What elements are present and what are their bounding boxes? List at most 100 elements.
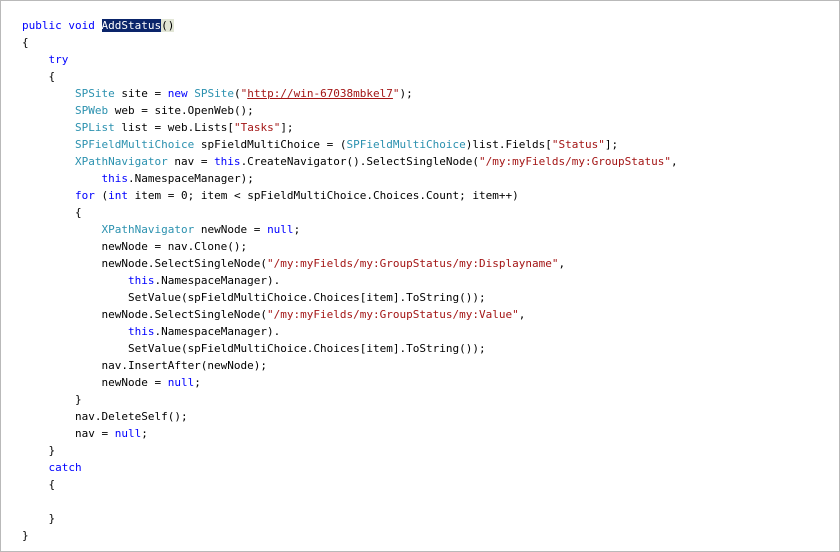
code-line: SetValue(spFieldMultiChoice.Choices[item… — [22, 289, 678, 306]
code-line: this.NamespaceManager). — [22, 272, 678, 289]
code-text: ( — [94, 189, 109, 202]
keyword-token: this — [127, 325, 155, 338]
string-token: "Status" — [551, 138, 605, 151]
code-line: SPFieldMultiChoice spFieldMultiChoice = … — [22, 136, 678, 153]
url-link[interactable]: http://win-67038mbkel7 — [247, 87, 393, 100]
code-line: } — [22, 391, 678, 408]
code-text: nav = — [22, 427, 115, 440]
code-screenshot-frame: public void AddStatus() { try { SPSite si… — [0, 0, 840, 552]
code-line: { — [22, 204, 678, 221]
keyword-token: try — [48, 53, 69, 66]
code-text: { — [22, 70, 56, 83]
code-text: nav.InsertAfter(newNode); — [22, 359, 268, 372]
code-text: { — [22, 206, 82, 219]
code-line: newNode.SelectSingleNode("/my:myFields/m… — [22, 306, 678, 323]
string-token: "Tasks" — [233, 121, 281, 134]
code-text: , — [558, 257, 566, 270]
code-line: this.NamespaceManager); — [22, 170, 678, 187]
keyword-token: this — [127, 274, 155, 287]
type-token: XPathNavigator — [101, 223, 195, 236]
keyword-token: void — [68, 19, 95, 32]
code-text: ; — [293, 223, 301, 236]
matched-parens: () — [161, 19, 175, 32]
keyword-token: this — [214, 155, 241, 168]
code-text: item = 0; item < spFieldMultiChoice.Choi… — [127, 189, 519, 202]
code-line: this.NamespaceManager). — [22, 323, 678, 340]
string-token: "/my:myFields/my:GroupStatus/my:Value" — [267, 308, 519, 321]
type-token: XPathNavigator — [74, 155, 168, 168]
code-line: } — [22, 442, 678, 459]
code-line: nav = null; — [22, 425, 678, 442]
keyword-token: null — [267, 223, 294, 236]
code-line: SPSite site = new SPSite("http://win-670… — [22, 85, 678, 102]
code-line: } — [22, 527, 678, 544]
code-text: web = site.OpenWeb(); — [108, 104, 254, 117]
string-token: "/my:myFields/my:GroupStatus" — [478, 155, 672, 168]
type-token: SPList — [74, 121, 115, 134]
code-text: , — [671, 155, 678, 168]
code-line: XPathNavigator nav = this.CreateNavigato… — [22, 153, 678, 170]
code-text: } — [22, 512, 56, 525]
code-text: newNode = — [22, 376, 168, 389]
code-text: SetValue(spFieldMultiChoice.Choices[item… — [22, 291, 486, 304]
keyword-token: new — [167, 87, 188, 100]
keyword-token: catch — [48, 461, 82, 474]
code-text: .NamespaceManager). — [154, 274, 281, 287]
code-line: { — [22, 68, 678, 85]
type-token: SPFieldMultiChoice — [74, 138, 195, 151]
code-line: nav.InsertAfter(newNode); — [22, 357, 678, 374]
code-text: ]; — [604, 138, 619, 151]
code-text: newNode.SelectSingleNode( — [22, 257, 268, 270]
code-line: { — [22, 34, 678, 51]
code-text: spFieldMultiChoice = ( — [194, 138, 347, 151]
code-line: newNode = null; — [22, 374, 678, 391]
code-text: .NamespaceManager); — [127, 172, 254, 185]
code-text: { — [22, 36, 29, 49]
code-text: .CreateNavigator().SelectSingleNode( — [240, 155, 479, 168]
keyword-token: null — [167, 376, 195, 389]
code-block[interactable]: public void AddStatus() { try { SPSite si… — [22, 17, 678, 544]
code-text: , — [518, 308, 526, 321]
keyword-token: for — [74, 189, 95, 202]
code-text: } — [22, 393, 82, 406]
keyword-token: int — [108, 189, 128, 202]
type-token: SPSite — [194, 87, 234, 100]
code-line: newNode = nav.Clone(); — [22, 238, 678, 255]
code-text: site = — [114, 87, 168, 100]
type-token: SPSite — [74, 87, 115, 100]
code-text: } — [22, 444, 56, 457]
code-text: } — [22, 529, 29, 542]
keyword-token: null — [114, 427, 142, 440]
code-line: XPathNavigator newNode = null; — [22, 221, 678, 238]
code-text: SetValue(spFieldMultiChoice.Choices[item… — [22, 342, 486, 355]
code-line: newNode.SelectSingleNode("/my:myFields/m… — [22, 255, 678, 272]
code-line: for (int item = 0; item < spFieldMultiCh… — [22, 187, 678, 204]
string-token: "/my:myFields/my:GroupStatus/my:Displayn… — [267, 257, 559, 270]
code-text: nav.DeleteSelf(); — [22, 410, 188, 423]
code-text: newNode = nav.Clone(); — [22, 240, 248, 253]
type-token: SPWeb — [74, 104, 109, 117]
code-line: { — [22, 476, 678, 493]
code-text: list = web.Lists[ — [114, 121, 234, 134]
keyword-token: this — [101, 172, 128, 185]
code-line: SPWeb web = site.OpenWeb(); — [22, 102, 678, 119]
code-line: catch — [22, 459, 678, 476]
code-line: public void AddStatus() — [22, 17, 678, 34]
code-text: ( — [233, 87, 241, 100]
string-token: " — [392, 87, 400, 100]
keyword-token: public — [22, 19, 62, 32]
code-text: )list.Fields[ — [465, 138, 552, 151]
code-text: ); — [399, 87, 413, 100]
